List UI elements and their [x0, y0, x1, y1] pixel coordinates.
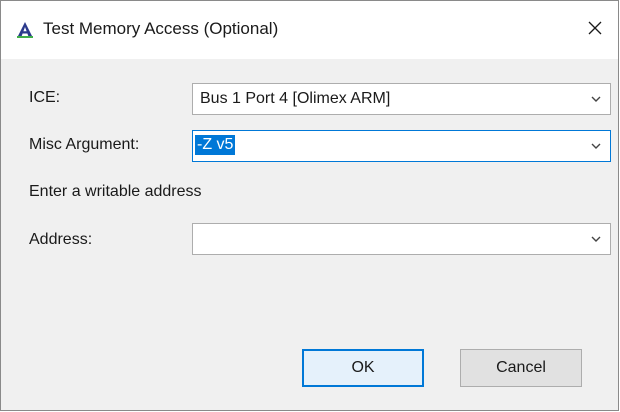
close-button[interactable] [572, 1, 618, 59]
close-icon [588, 21, 602, 39]
ice-combobox[interactable]: Bus 1 Port 4 [Olimex ARM] [192, 83, 611, 115]
dialog-body: ICE: Bus 1 Port 4 [Olimex ARM] Misc Argu… [1, 59, 618, 410]
instruction-text: Enter a writable address [29, 183, 202, 200]
letter-a-logo-icon [17, 22, 33, 38]
cancel-button[interactable]: Cancel [460, 349, 582, 387]
misc-argument-combobox[interactable]: -Z v5 [192, 130, 611, 162]
ok-button[interactable]: OK [302, 349, 424, 387]
ice-label: ICE: [29, 89, 61, 106]
chevron-down-icon[interactable] [582, 84, 610, 114]
window-title: Test Memory Access (Optional) [43, 19, 279, 38]
misc-argument-label: Misc Argument: [29, 136, 140, 153]
dialog-window: Test Memory Access (Optional) ICE: Bus 1… [0, 0, 619, 411]
address-combobox[interactable] [192, 223, 611, 255]
title-bar[interactable]: Test Memory Access (Optional) [1, 1, 618, 59]
chevron-down-icon[interactable] [582, 224, 610, 254]
chevron-down-icon[interactable] [582, 131, 610, 161]
address-label: Address: [29, 231, 93, 248]
ice-value: Bus 1 Port 4 [Olimex ARM] [200, 90, 391, 107]
misc-argument-value[interactable]: -Z v5 [195, 135, 236, 155]
